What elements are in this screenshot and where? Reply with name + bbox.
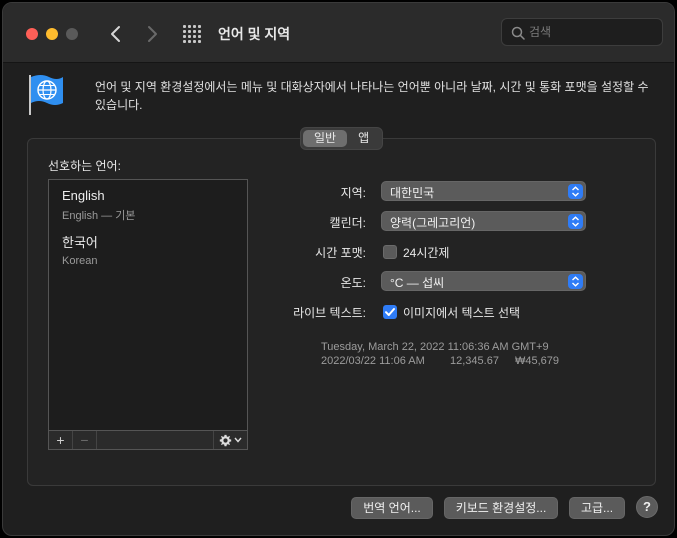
updown-arrows-icon [568, 274, 583, 289]
sample-date-long: Tuesday, March 22, 2022 11:06:36 AM GMT+… [321, 341, 549, 353]
live-text-label: 라이브 텍스트: [293, 306, 366, 320]
forward-button[interactable] [141, 22, 163, 46]
close-window-button[interactable] [26, 28, 38, 40]
sample-currency: ₩45,679 [515, 355, 560, 367]
advanced-button[interactable]: 고급... [569, 497, 625, 519]
back-button[interactable] [105, 22, 127, 46]
tab-general[interactable]: 일반 [303, 130, 348, 147]
region-select[interactable]: 대한민국 [381, 181, 586, 201]
tab-apps[interactable]: 앱 [347, 130, 380, 147]
region-label: 지역: [340, 186, 366, 200]
window-title: 언어 및 지역 [218, 26, 291, 42]
title-bar: 언어 및 지역 [3, 3, 674, 63]
translation-language-button[interactable]: 번역 언어... [351, 497, 433, 519]
chevron-down-icon [234, 437, 242, 443]
language-list: English English — 기본 한국어 Korean [48, 179, 248, 431]
preferences-window: 언어 및 지역 언어 및 지역 환경설정에서는 메뉴 및 대화상자에서 나타나는… [2, 2, 675, 536]
time-format-label: 시간 포맷: [315, 246, 366, 260]
temperature-select[interactable]: °C — 섭씨 [381, 271, 586, 291]
language-subtitle: English — 기본 [62, 210, 136, 222]
checkmark-icon [385, 308, 395, 316]
show-all-grid-icon[interactable] [183, 25, 201, 43]
calendar-label: 캘린더: [329, 216, 366, 230]
language-name: 한국어 [62, 235, 98, 250]
minimize-window-button[interactable] [46, 28, 58, 40]
updown-arrows-icon [568, 214, 583, 229]
language-subtitle: Korean [62, 255, 98, 267]
24-hour-checkbox[interactable] [383, 245, 397, 259]
globe-flag-icon [27, 73, 65, 120]
calendar-value: 양력(그레고리언) [390, 216, 476, 230]
sample-number: 12,345.67 [450, 355, 499, 367]
help-button[interactable]: ? [636, 496, 658, 518]
region-value: 대한민국 [390, 186, 435, 200]
temperature-value: °C — 섭씨 [390, 276, 445, 290]
sample-date-short: 2022/03/22 11:06 AM [321, 355, 425, 367]
remove-language-button[interactable]: − [73, 431, 97, 449]
tab-bar: 일반 앱 [300, 127, 384, 150]
temperature-label: 온도: [340, 276, 366, 290]
language-item-english[interactable]: English English — 기본 [62, 188, 135, 223]
calendar-select[interactable]: 양력(그레고리언) [381, 211, 586, 231]
gear-icon [219, 434, 232, 446]
live-text-checkbox-label: 이미지에서 텍스트 선택 [403, 306, 521, 320]
search-icon [511, 26, 525, 40]
language-list-toolbar: + − [48, 431, 248, 450]
live-text-checkbox[interactable] [383, 305, 397, 319]
chevron-left-icon [111, 26, 120, 42]
search-field[interactable] [501, 18, 663, 46]
preferred-languages-label: 선호하는 언어: [48, 159, 121, 173]
language-name: English [62, 188, 105, 203]
zoom-window-button[interactable] [66, 28, 78, 40]
description-text: 언어 및 지역 환경설정에서는 메뉴 및 대화상자에서 나타나는 언어뿐 아니라… [95, 80, 649, 112]
add-language-button[interactable]: + [49, 431, 73, 449]
language-item-korean[interactable]: 한국어 Korean [62, 232, 98, 267]
updown-arrows-icon [568, 184, 583, 199]
24-hour-checkbox-label: 24시간제 [403, 246, 450, 260]
keyboard-preferences-button[interactable]: 키보드 환경설정... [444, 497, 558, 519]
chevron-right-icon [148, 26, 157, 42]
language-actions-menu[interactable] [213, 431, 247, 449]
search-input[interactable] [529, 23, 654, 41]
